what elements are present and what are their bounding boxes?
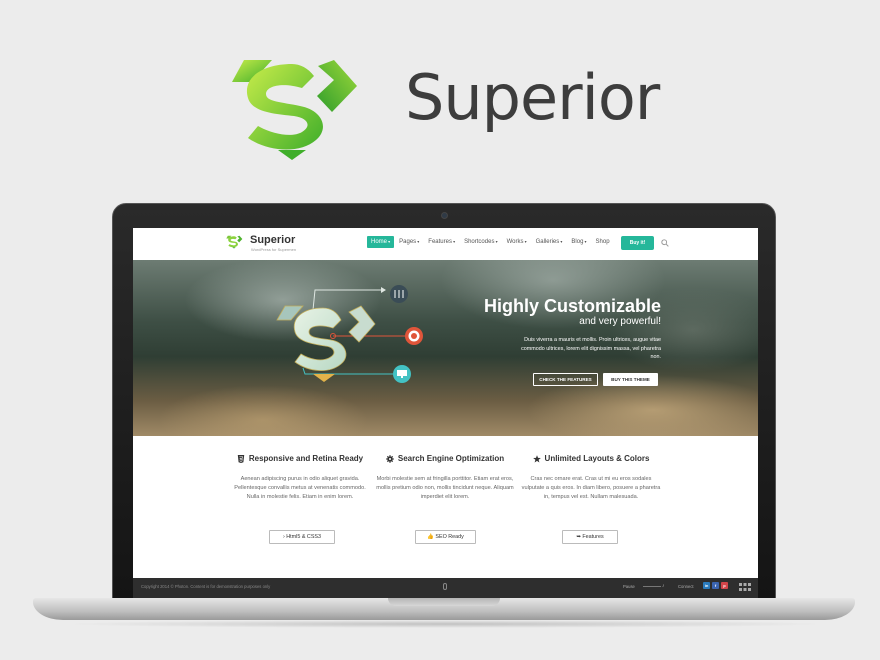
menu-item-label: Shortcodes (464, 239, 495, 245)
feature-button-label: Html5 & CSS3 (286, 534, 322, 540)
check-features-button[interactable]: CHECK THE FEATURES (533, 373, 598, 386)
menu-item-galleries[interactable]: Galleries ▾ (532, 236, 567, 248)
brand-name: Superior (405, 61, 660, 134)
chevron-down-icon: ▾ (387, 239, 391, 244)
superior-logo-icon (232, 60, 357, 160)
site-tagline: WordPress for Supermen (251, 247, 297, 252)
connect-label: Connect (678, 584, 694, 589)
pause-label[interactable]: Pause (623, 584, 635, 589)
star-icon (532, 454, 541, 463)
chevron-down-icon: ▾ (559, 239, 563, 244)
share-icon: ➥ (576, 534, 581, 540)
features-button[interactable]: ➥ Features (562, 530, 618, 544)
feature-button-label: SEO Ready (435, 534, 464, 540)
laptop-screen: Superior WordPress for Supermen Home ▾ Pa… (133, 228, 758, 598)
music-note-icon[interactable]: ♪ (662, 583, 665, 589)
feature-text: Morbi molestie sem at fringilla porttito… (376, 476, 514, 500)
menu-item-label: Pages (399, 239, 417, 245)
pinterest-icon[interactable]: p (721, 582, 728, 589)
grid-menu-icon[interactable] (739, 583, 751, 592)
footer-copyright: Copyright 2014 © Photon. Content is for … (141, 584, 271, 589)
site-name[interactable]: Superior (250, 234, 295, 246)
hero-text: Duis viverra a mauris et mollis. Proin u… (521, 337, 661, 360)
menu-item-label: Galleries (535, 239, 560, 245)
feature-seo: Search Engine Optimization Morbi molesti… (375, 454, 515, 502)
chevron-down-icon: ▾ (583, 239, 587, 244)
camera-icon (441, 212, 448, 219)
chevron-right-icon: › (282, 534, 285, 540)
menu-item-label: Works (506, 239, 524, 245)
hero-slider: Highly Customizable and very powerful! D… (133, 260, 758, 436)
feature-title: Responsive and Retina Ready (248, 454, 364, 463)
feature-title: Search Engine Optimization (397, 454, 505, 463)
feature-button-label: Features (582, 534, 604, 540)
gear-icon (386, 454, 394, 463)
audio-progress[interactable] (643, 586, 661, 587)
feature-text: Aenean adipiscing purus in odio aliquet … (234, 476, 366, 500)
feature-layouts: Unlimited Layouts & Colors Cras nec orna… (521, 454, 661, 502)
scroll-mouse-icon[interactable] (443, 583, 447, 590)
feature-text: Cras nec ornare erat. Cras ut mi eu eros… (521, 476, 661, 500)
menu-item-shortcodes[interactable]: Shortcodes ▾ (460, 236, 501, 248)
hero-subtitle: and very powerful! (579, 316, 661, 327)
chevron-down-icon: ▾ (494, 239, 498, 244)
menu-item-blog[interactable]: Blog ▾ (567, 236, 590, 248)
chevron-down-icon: ▾ (523, 239, 527, 244)
site-footer: Copyright 2014 © Photon. Content is for … (133, 578, 758, 598)
laptop-notch (388, 598, 500, 606)
hero-title: Highly Customizable (483, 296, 661, 316)
main-menu: Home ▾ Pages ▾ Features ▾ Shortcodes ▾ Works… (367, 236, 615, 248)
menu-item-pages[interactable]: Pages ▾ (395, 236, 423, 248)
buy-theme-button[interactable]: BUY THIS THEME (603, 373, 658, 386)
thumbs-up-icon: 👍 (427, 534, 434, 540)
menu-item-shop[interactable]: Shop (592, 236, 614, 248)
menu-item-label: Blog (571, 239, 584, 245)
search-icon[interactable] (661, 239, 669, 247)
sliders-icon (390, 285, 408, 303)
buy-it-button[interactable]: Buy it! (621, 236, 654, 250)
html5-icon (237, 454, 245, 463)
chevron-down-icon: ▾ (416, 239, 420, 244)
menu-item-home[interactable]: Home ▾ (367, 236, 395, 248)
site-logo-icon[interactable] (225, 235, 243, 249)
laptop-shadow (60, 620, 830, 628)
site-header: Superior WordPress for Supermen Home ▾ Pa… (133, 228, 758, 260)
menu-item-label: Shop (595, 239, 610, 245)
hero-logo-illustration (276, 285, 423, 383)
html5-css3-button[interactable]: › Html5 & CSS3 (269, 530, 335, 544)
seo-ready-button[interactable]: 👍 SEO Ready (415, 530, 476, 544)
menu-item-label: Home (371, 239, 388, 245)
facebook-icon[interactable]: f (712, 582, 719, 589)
feature-title: Unlimited Layouts & Colors (544, 454, 650, 463)
target-icon (405, 327, 423, 345)
feature-responsive: Responsive and Retina Ready Aenean adipi… (230, 454, 370, 502)
menu-item-works[interactable]: Works ▾ (503, 236, 531, 248)
menu-item-label: Features (428, 239, 452, 245)
monitor-icon (393, 365, 411, 383)
linkedin-icon[interactable]: in (703, 582, 710, 589)
chevron-down-icon: ▾ (451, 239, 456, 244)
menu-item-features[interactable]: Features ▾ (424, 236, 459, 248)
